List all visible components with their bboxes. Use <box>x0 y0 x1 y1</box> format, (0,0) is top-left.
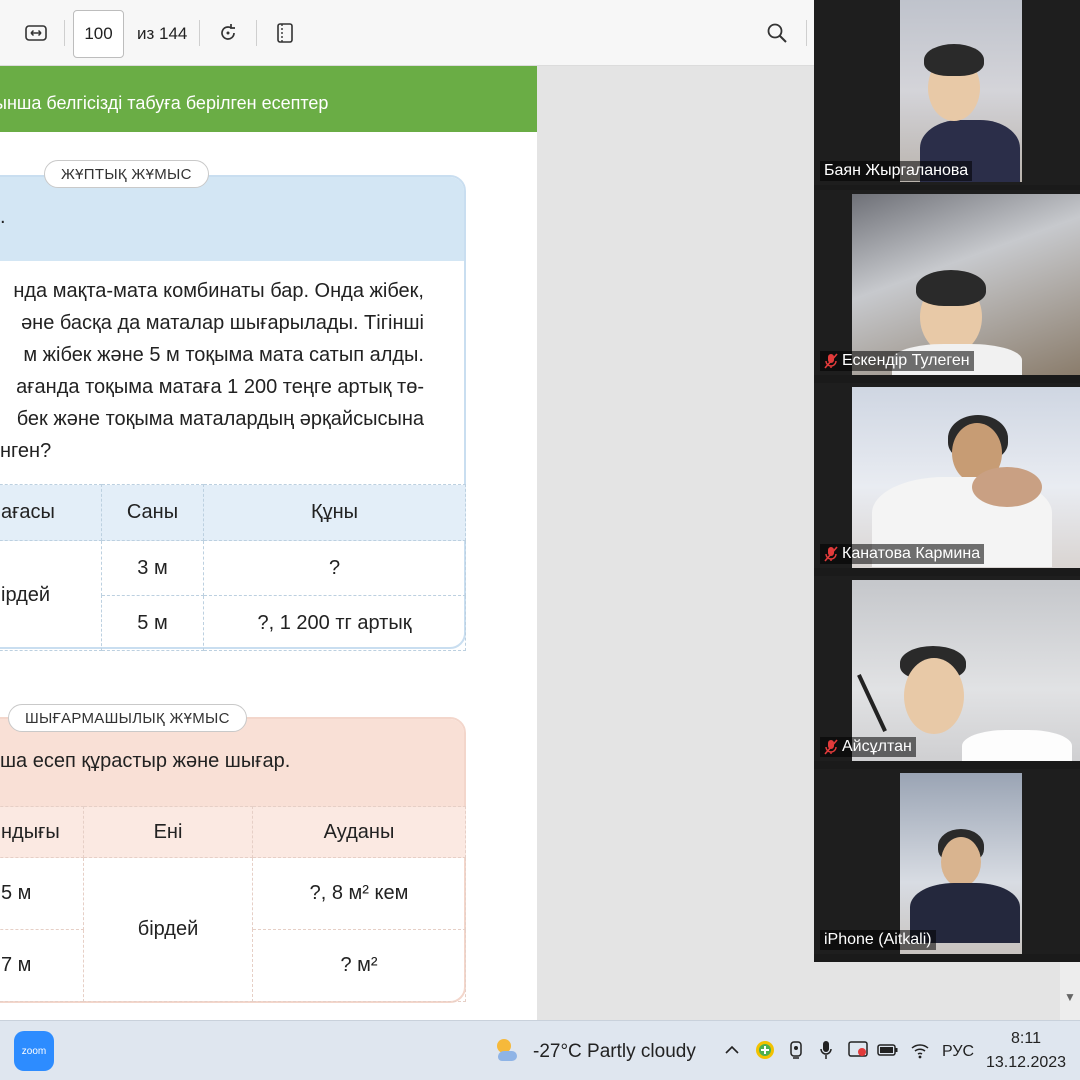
creative-work-label: ШЫҒАРМАШЫЛЫҚ ЖҰМЫС <box>8 704 247 732</box>
table-cell: ? <box>203 540 466 596</box>
price-table: ағасы Саны Құны ірдей 3 м ? 5 м ?, 1 200… <box>0 484 466 651</box>
weather-icon[interactable] <box>490 1033 524 1067</box>
pdf-page: ынша белгісізді табуға берілген есептер … <box>0 66 537 1020</box>
participant-name: Ескендір Тулеген <box>820 351 974 371</box>
table-row: 5 м бірдей ?, 8 м² кем <box>0 857 466 1002</box>
muted-mic-icon <box>824 353 838 369</box>
table-cell: ірдей <box>0 540 102 651</box>
table-cell: 5 м <box>101 595 204 651</box>
battery-icon[interactable] <box>876 1037 900 1063</box>
pdf-toolbar: 100 из 144 <box>0 0 815 66</box>
creative-work-heading: ша есеп құрастыр және шығар. <box>0 750 291 772</box>
participant-tile[interactable]: Айсұлтан <box>814 576 1080 761</box>
table-header: ағасы <box>0 484 102 541</box>
participant-name: Баян Жыргаланова <box>820 161 973 181</box>
table-cell: 7 м <box>0 929 84 1002</box>
participant-name: Канатова Кармина <box>820 544 985 564</box>
participant-tile[interactable]: Канатова Кармина <box>814 383 1080 568</box>
zoom-app-icon[interactable]: zoom <box>0 1021 66 1080</box>
pair-work-label: ЖҰПТЫҚ ЖҰМЫС <box>44 160 209 188</box>
table-header: Ені <box>83 806 253 858</box>
participant-name: iPhone (Aitkali) <box>820 930 936 950</box>
chevron-up-icon[interactable] <box>720 1037 744 1063</box>
participant-tile[interactable]: Ескендір Тулеген <box>814 190 1080 375</box>
page-view-icon[interactable] <box>270 18 300 48</box>
page-total: из 144 <box>137 24 188 43</box>
search-icon[interactable] <box>762 18 792 48</box>
screen-share-icon[interactable] <box>846 1037 870 1063</box>
table-cell: 3 м <box>101 540 204 596</box>
table-cell: ?, 1 200 тг артық <box>203 595 466 651</box>
participant-video <box>900 0 1022 182</box>
table-header: ндығы <box>0 806 84 858</box>
participant-tile[interactable]: iPhone (Aitkali) <box>814 769 1080 954</box>
page-number-input[interactable]: 100 <box>73 10 124 58</box>
desktop: 100 из 144 ынша белгісізді табуға берілг… <box>0 0 1080 1080</box>
table-cell: ? м² <box>252 929 466 1002</box>
participant-video <box>852 387 1080 568</box>
windows-taskbar: zoom -27°C Partly cloudy РУС 8:11 13.12.… <box>0 1020 1080 1080</box>
table-header: Саны <box>101 484 204 541</box>
pair-work-heading: . <box>0 206 6 228</box>
section-banner: ынша белгісізді табуға берілген есептер <box>0 66 537 132</box>
zoom-gallery: Баян Жыргаланова Ескендір Тулеген Канато… <box>814 0 1080 962</box>
table-row: ірдей 3 м ? <box>0 540 466 651</box>
status-plus-icon[interactable] <box>753 1037 777 1063</box>
table-cell: бірдей <box>83 857 253 1002</box>
participant-name: Айсұлтан <box>820 737 916 757</box>
muted-mic-icon <box>824 739 838 755</box>
microphone-icon[interactable] <box>814 1037 838 1063</box>
fit-width-icon[interactable] <box>21 18 51 48</box>
table-header: Ауданы <box>252 806 466 858</box>
problem-text: нда мақта-мата комбинаты бар. Онда жібек… <box>0 280 424 462</box>
participant-tile[interactable]: Баян Жыргаланова <box>814 0 1080 185</box>
weather-text[interactable]: -27°C Partly cloudy <box>533 1041 696 1063</box>
table-header: Құны <box>203 484 466 541</box>
wifi-icon[interactable] <box>908 1037 932 1063</box>
participant-video <box>852 580 1080 761</box>
language-indicator[interactable]: РУС <box>942 1043 974 1061</box>
camera-icon[interactable] <box>784 1037 808 1063</box>
table-cell: ?, 8 м² кем <box>252 857 466 930</box>
scroll-down-icon[interactable]: ▼ <box>1064 990 1076 1004</box>
muted-mic-icon <box>824 546 838 562</box>
participant-video <box>900 773 1022 954</box>
rotate-icon[interactable] <box>213 18 243 48</box>
area-table: ндығы Ені Ауданы 5 м бірдей ?, 8 м² кем … <box>0 806 466 1002</box>
table-cell: 5 м <box>0 857 84 930</box>
participant-video <box>852 194 1080 375</box>
system-clock[interactable]: 8:11 13.12.2023 <box>986 1027 1066 1075</box>
